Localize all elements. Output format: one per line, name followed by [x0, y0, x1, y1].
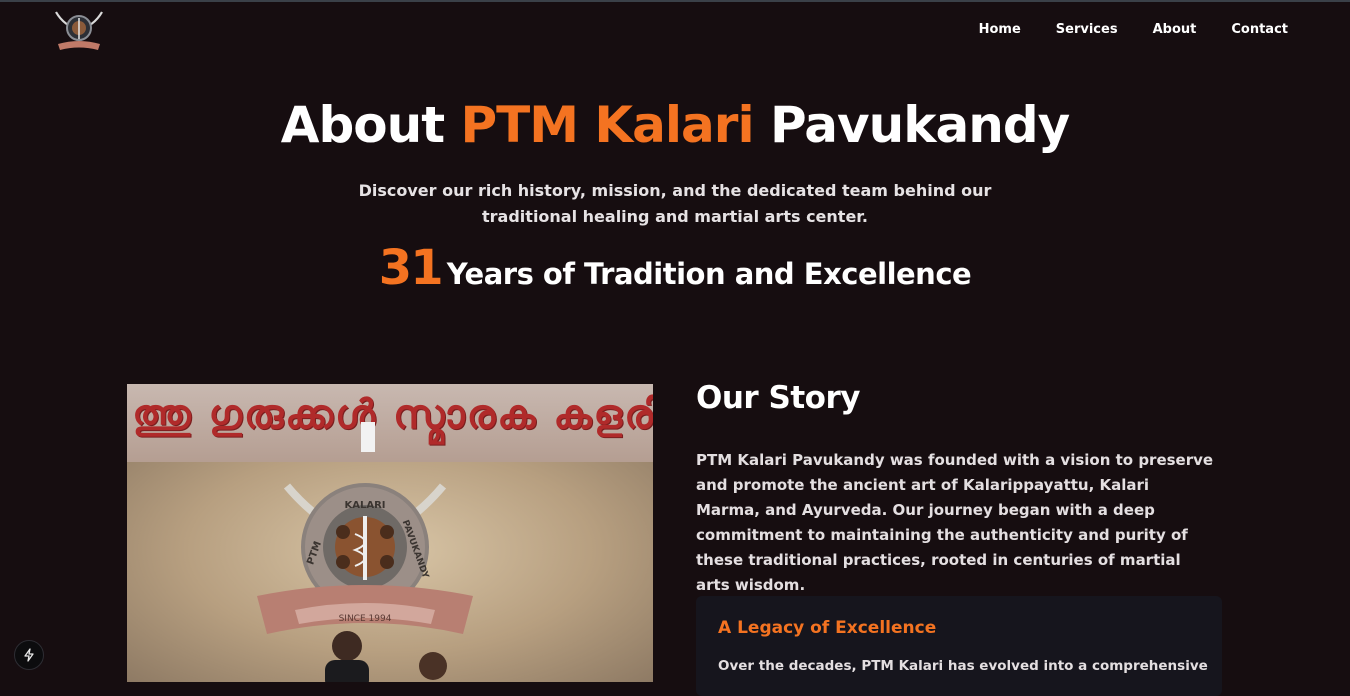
- title-prefix: About: [280, 96, 461, 154]
- years-number: 31: [378, 240, 444, 296]
- main-nav: Home Services About Contact: [944, 22, 1288, 37]
- hero-subtitle: Discover our rich history, mission, and …: [358, 181, 992, 226]
- nav-about[interactable]: About: [1153, 22, 1197, 37]
- story-title: Our Story: [696, 380, 860, 416]
- kalari-emblem-icon[interactable]: [50, 8, 108, 54]
- window-top-border: [0, 0, 1350, 2]
- photo-since-text: SINCE 1994: [339, 614, 392, 624]
- photo-emblem-top: KALARI: [344, 500, 385, 511]
- legacy-text: Over the decades, PTM Kalari has evolved…: [718, 658, 1208, 674]
- lightning-icon[interactable]: [14, 640, 44, 670]
- story-text: PTM Kalari Pavukandy was founded with a …: [696, 451, 1214, 594]
- title-accent: PTM Kalari: [460, 96, 755, 154]
- page-title: About PTM Kalari Pavukandy: [0, 96, 1350, 154]
- nav-services[interactable]: Services: [1056, 22, 1118, 37]
- years-text: Years of Tradition and Excellence: [446, 257, 972, 291]
- story-photo: ത്തു ഗുരുക്കൾ സ്മാരക കളരി KALARI PTM PAV…: [127, 384, 653, 682]
- legacy-title: A Legacy of Excellence: [718, 618, 937, 638]
- legacy-card: A Legacy of Excellence Over the decades,…: [696, 596, 1222, 696]
- nav-contact[interactable]: Contact: [1231, 22, 1288, 37]
- photo-emblem-graphic: KALARI PTM PAVUKANDY SINCE 1994: [257, 422, 473, 682]
- title-suffix: Pavukandy: [753, 96, 1070, 154]
- years-headline: 31 Years of Tradition and Excellence: [0, 240, 1350, 296]
- nav-home[interactable]: Home: [979, 22, 1021, 37]
